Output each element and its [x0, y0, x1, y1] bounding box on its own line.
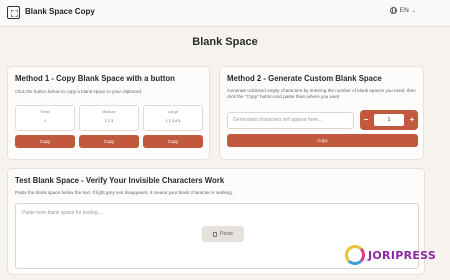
option-large[interactable]: Large 1 2 3 4 5	[143, 105, 203, 131]
option-large-label: Large	[168, 110, 178, 114]
option-medium-label: Medium	[102, 110, 116, 114]
top-header: Blank Space Copy EN ⌄	[0, 0, 450, 27]
option-large-chars: 1 2 3 4 5	[165, 119, 181, 123]
copy-large-button[interactable]: Copy	[143, 135, 203, 148]
generated-output-field[interactable]: Generated characters will appear here...	[227, 112, 354, 129]
chevron-down-icon: ⌄	[411, 7, 416, 14]
method2-description: Generate unlimited empty characters by e…	[227, 88, 416, 100]
option-medium-chars: 1 2 3	[104, 119, 114, 123]
option-small[interactable]: Small 1	[15, 105, 75, 131]
copy-generated-button[interactable]: Copy	[227, 134, 418, 147]
test-title: Test Blank Space - Verify Your Invisible…	[15, 176, 225, 185]
language-label: EN	[399, 7, 409, 14]
option-small-chars: 1	[43, 119, 47, 123]
method1-title: Method 1 - Copy Blank Space with a butto…	[15, 74, 175, 83]
logo-icon[interactable]	[7, 6, 20, 19]
option-small-label: Small	[40, 110, 50, 114]
watermark-text: JORIPRESS	[368, 248, 437, 262]
copy-small-button[interactable]: Copy	[15, 135, 75, 148]
paste-label: Paste	[220, 231, 233, 237]
globe-icon	[389, 7, 397, 14]
decrement-button[interactable]: −	[360, 110, 372, 130]
method1-card: Method 1 - Copy Blank Space with a butto…	[7, 66, 210, 160]
method2-card: Method 2 - Generate Custom Blank Space G…	[219, 66, 424, 160]
paste-button[interactable]: Paste	[202, 226, 244, 242]
quantity-input[interactable]: 1	[374, 114, 404, 126]
option-medium[interactable]: Medium 1 2 3	[79, 105, 139, 131]
quantity-stepper: − 1 +	[360, 110, 418, 130]
language-selector[interactable]: EN ⌄	[389, 7, 416, 14]
watermark-circle-icon	[345, 245, 365, 265]
copy-medium-button[interactable]: Copy	[79, 135, 139, 148]
brand-name[interactable]: Blank Space Copy	[25, 7, 95, 16]
increment-button[interactable]: +	[406, 110, 418, 130]
watermark-logo: JORIPRESS	[345, 240, 445, 270]
test-description: Paste the blank space below the text. If…	[15, 190, 234, 195]
clipboard-icon	[213, 231, 218, 237]
method2-title: Method 2 - Generate Custom Blank Space	[227, 74, 382, 83]
page-title: Blank Space	[192, 36, 258, 48]
test-placeholder: Paste here blank space for testing....	[22, 210, 104, 216]
method1-description: Click the button below to copy a blank s…	[15, 89, 143, 94]
